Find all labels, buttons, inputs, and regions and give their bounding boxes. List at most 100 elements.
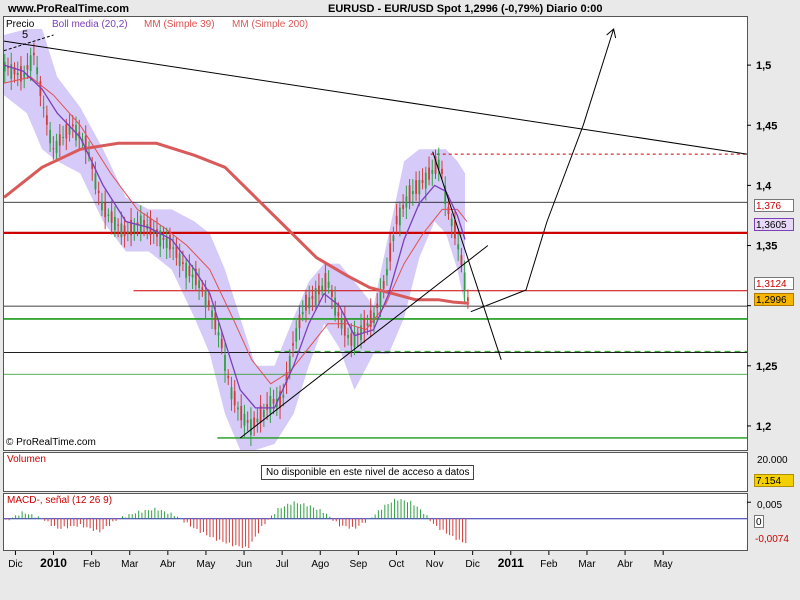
candle-body [266, 404, 268, 410]
x-tick-label: Feb [83, 559, 101, 570]
candle-body [10, 64, 13, 79]
legend-mm39: MM (Simple 39) [144, 19, 215, 30]
candle-body [253, 417, 256, 427]
candle-body [181, 262, 184, 264]
candle-body [217, 332, 220, 336]
candle-body [450, 218, 453, 227]
candle-body [62, 136, 64, 138]
watermark: © ProRealTime.com [6, 437, 96, 448]
candle-body [71, 124, 74, 127]
candle-body [314, 288, 317, 306]
candle-body [207, 300, 210, 306]
candle-body [382, 280, 385, 289]
candle-body [411, 191, 414, 195]
candle-body [101, 201, 103, 211]
candle-body [350, 333, 353, 346]
candle-body [311, 295, 314, 300]
candle-body [185, 262, 188, 278]
candle-body [198, 280, 200, 288]
candle-body [466, 297, 469, 302]
candle-body [143, 220, 145, 226]
candle-body [230, 387, 233, 400]
candle-body [120, 223, 123, 238]
chart-canvas: 1,2 1,25 1,35 1,4 1,45 1,5 Dic 2010 Feb Mar Abr May… [4, 28, 777, 570]
x-tick-label: 2010 [40, 556, 67, 570]
candle-body [36, 67, 39, 75]
candle-body [45, 115, 48, 125]
candle-body [343, 318, 346, 336]
candle-body [55, 140, 58, 154]
legend-price: Precio [6, 19, 35, 30]
candle-body [428, 167, 430, 180]
candle-body [347, 334, 349, 339]
trend-line-0 [4, 40, 747, 155]
price-tag-1376: 1,376 [754, 199, 794, 212]
volume-nodata-message: No disponible en este nivel de acceso a … [261, 465, 475, 480]
candle-body [97, 190, 100, 194]
candle-body [398, 207, 401, 226]
candle-body [321, 285, 324, 291]
candle-body [188, 265, 191, 276]
legend-boll: Boll media (20,2) [52, 19, 128, 30]
x-tick-label: Ago [311, 559, 329, 570]
wave-label: 5 [22, 29, 29, 41]
x-tick-label: Nov [426, 559, 444, 570]
x-tick-label: May [654, 559, 673, 570]
candle-body [117, 224, 120, 226]
candle-body [262, 410, 265, 418]
candle-body [402, 204, 405, 209]
candle-body [4, 62, 6, 72]
candle-body [421, 180, 424, 184]
x-tick-label: Jul [276, 559, 289, 570]
macd-tick-zero: 0 [754, 515, 764, 528]
volume-tag: 7.154 [754, 474, 794, 487]
y-tick-label: 1,45 [756, 120, 777, 132]
candle-body [26, 65, 29, 70]
candle-body [162, 237, 165, 240]
trend-line-2 [432, 151, 502, 360]
candle-body [327, 281, 330, 288]
y-tick-label: 1,2 [756, 421, 771, 433]
candle-body [418, 179, 421, 195]
candle-body [123, 225, 126, 237]
candle-body [133, 223, 136, 233]
candle-body [431, 170, 434, 174]
candle-body [337, 311, 340, 317]
candle-body [169, 235, 171, 250]
candle-body [424, 172, 427, 189]
price-plot [4, 28, 747, 450]
candle-body [272, 398, 275, 404]
candle-body [52, 148, 55, 150]
candle-body [110, 211, 113, 223]
candle-body [246, 420, 249, 423]
candle-body [107, 214, 110, 216]
x-tick-label: Sep [349, 559, 367, 570]
candle-body [415, 180, 417, 194]
macd-tag: -0,0074 [755, 534, 789, 545]
candle-body [392, 235, 395, 242]
volume-label: Volumen [7, 454, 46, 465]
x-tick-label: Abr [160, 559, 176, 570]
candle-body [298, 314, 301, 329]
x-tick-label: Mar [121, 559, 139, 570]
candle-body [58, 134, 61, 146]
candle-body [386, 269, 388, 276]
candle-body [301, 311, 304, 315]
candle-body [282, 394, 285, 398]
x-tick-label: Oct [389, 559, 405, 570]
x-tick-label: Dic [8, 559, 22, 570]
candle-body [65, 124, 68, 139]
candle-body [201, 287, 204, 292]
candle-body [42, 107, 45, 109]
price-tag-13124: 1,3124 [754, 277, 794, 290]
candle-body [460, 255, 463, 266]
candle-body [104, 202, 107, 218]
candle-body [292, 343, 294, 346]
candle-body [295, 328, 298, 342]
candle-body [305, 294, 307, 311]
y-tick-label: 1,4 [756, 180, 772, 192]
candle-body [240, 406, 243, 421]
candle-body [408, 185, 411, 202]
price-tag-last: 1,2996 [754, 293, 794, 306]
candle-body [324, 273, 327, 291]
